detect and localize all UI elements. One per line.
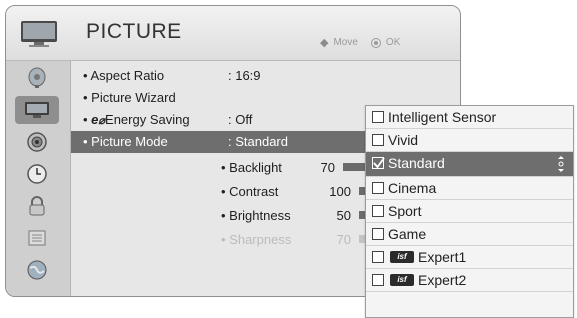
hint-ok-label: OK xyxy=(385,37,401,48)
menu-item-value: : Standard xyxy=(228,134,288,149)
checkmark-icon xyxy=(373,157,385,169)
option-standard[interactable]: Standard xyxy=(366,152,573,177)
option-icon[interactable] xyxy=(15,224,59,252)
isf-logo-icon: isf xyxy=(390,251,414,263)
option-label: Vivid xyxy=(388,132,419,148)
menu-item-value: : Off xyxy=(228,112,253,127)
isf-logo-icon: isf xyxy=(390,274,414,286)
menu-item-label: • Picture Wizard xyxy=(83,90,176,105)
option-cinema[interactable]: Cinema xyxy=(366,177,573,200)
option-label: Standard xyxy=(388,155,445,171)
option-label: Expert2 xyxy=(418,272,467,288)
menu-item-label: • Aspect Ratio xyxy=(83,68,165,83)
menu-item-label: • e⌀Energy Saving xyxy=(83,112,190,127)
option-expert1[interactable]: isf Expert1 xyxy=(366,246,573,269)
speaker-icon[interactable] xyxy=(15,128,59,156)
option-expert2[interactable]: isf Expert2 xyxy=(366,269,573,292)
sub-item-value: 70 xyxy=(320,160,335,175)
ok-button-icon xyxy=(370,37,381,48)
sub-item-label: • Brightness xyxy=(221,208,291,223)
sub-item-value: 50 xyxy=(336,208,351,223)
sub-item-value: 100 xyxy=(329,184,351,199)
globe-icon[interactable] xyxy=(15,256,59,284)
menu-item-aspect-ratio[interactable]: • Aspect Ratio : 16:9 xyxy=(71,65,460,87)
checkbox[interactable] xyxy=(372,251,384,263)
sub-item-label: • Backlight xyxy=(221,160,282,175)
checkbox[interactable] xyxy=(372,205,384,217)
option-label: Cinema xyxy=(388,180,437,196)
sidebar xyxy=(6,61,71,296)
option-label: Intelligent Sensor xyxy=(388,109,497,125)
option-intelligent-sensor[interactable]: Intelligent Sensor xyxy=(366,106,573,129)
checkbox[interactable] xyxy=(372,274,384,286)
checkbox-checked[interactable] xyxy=(372,157,385,169)
navigation-hint: ◆ Move OK xyxy=(320,36,400,49)
option-label: Sport xyxy=(388,203,422,219)
checkbox[interactable] xyxy=(372,228,384,240)
menu-header: PICTURE ◆ Move OK xyxy=(6,6,460,61)
sub-item-label: • Sharpness xyxy=(221,232,292,247)
picture-mode-dropdown: Intelligent Sensor Vivid Standard Cinema… xyxy=(365,105,574,318)
option-vivid[interactable]: Vivid xyxy=(366,129,573,152)
scroll-indicator-icon xyxy=(557,155,565,173)
picture-icon[interactable] xyxy=(15,96,59,124)
energy-logo-icon: e⌀ xyxy=(91,112,106,127)
page-title: PICTURE xyxy=(86,20,182,43)
menu-item-label: • Picture Mode xyxy=(83,134,168,149)
tv-monitor-icon xyxy=(20,20,58,47)
option-label: Expert1 xyxy=(418,249,467,265)
satellite-dish-icon[interactable] xyxy=(15,64,59,92)
menu-item-value: : 16:9 xyxy=(228,68,261,83)
sub-item-value: 70 xyxy=(336,232,351,247)
hint-move-label: Move xyxy=(333,37,358,48)
option-sport[interactable]: Sport xyxy=(366,200,573,223)
clock-icon[interactable] xyxy=(15,160,59,188)
checkbox[interactable] xyxy=(372,134,384,146)
checkbox[interactable] xyxy=(372,182,384,194)
option-label: Game xyxy=(388,226,427,242)
checkbox[interactable] xyxy=(372,111,384,123)
sub-item-label: • Contrast xyxy=(221,184,279,199)
lock-icon[interactable] xyxy=(15,192,59,220)
option-game[interactable]: Game xyxy=(366,223,573,246)
move-arrows-icon: ◆ xyxy=(320,37,329,49)
